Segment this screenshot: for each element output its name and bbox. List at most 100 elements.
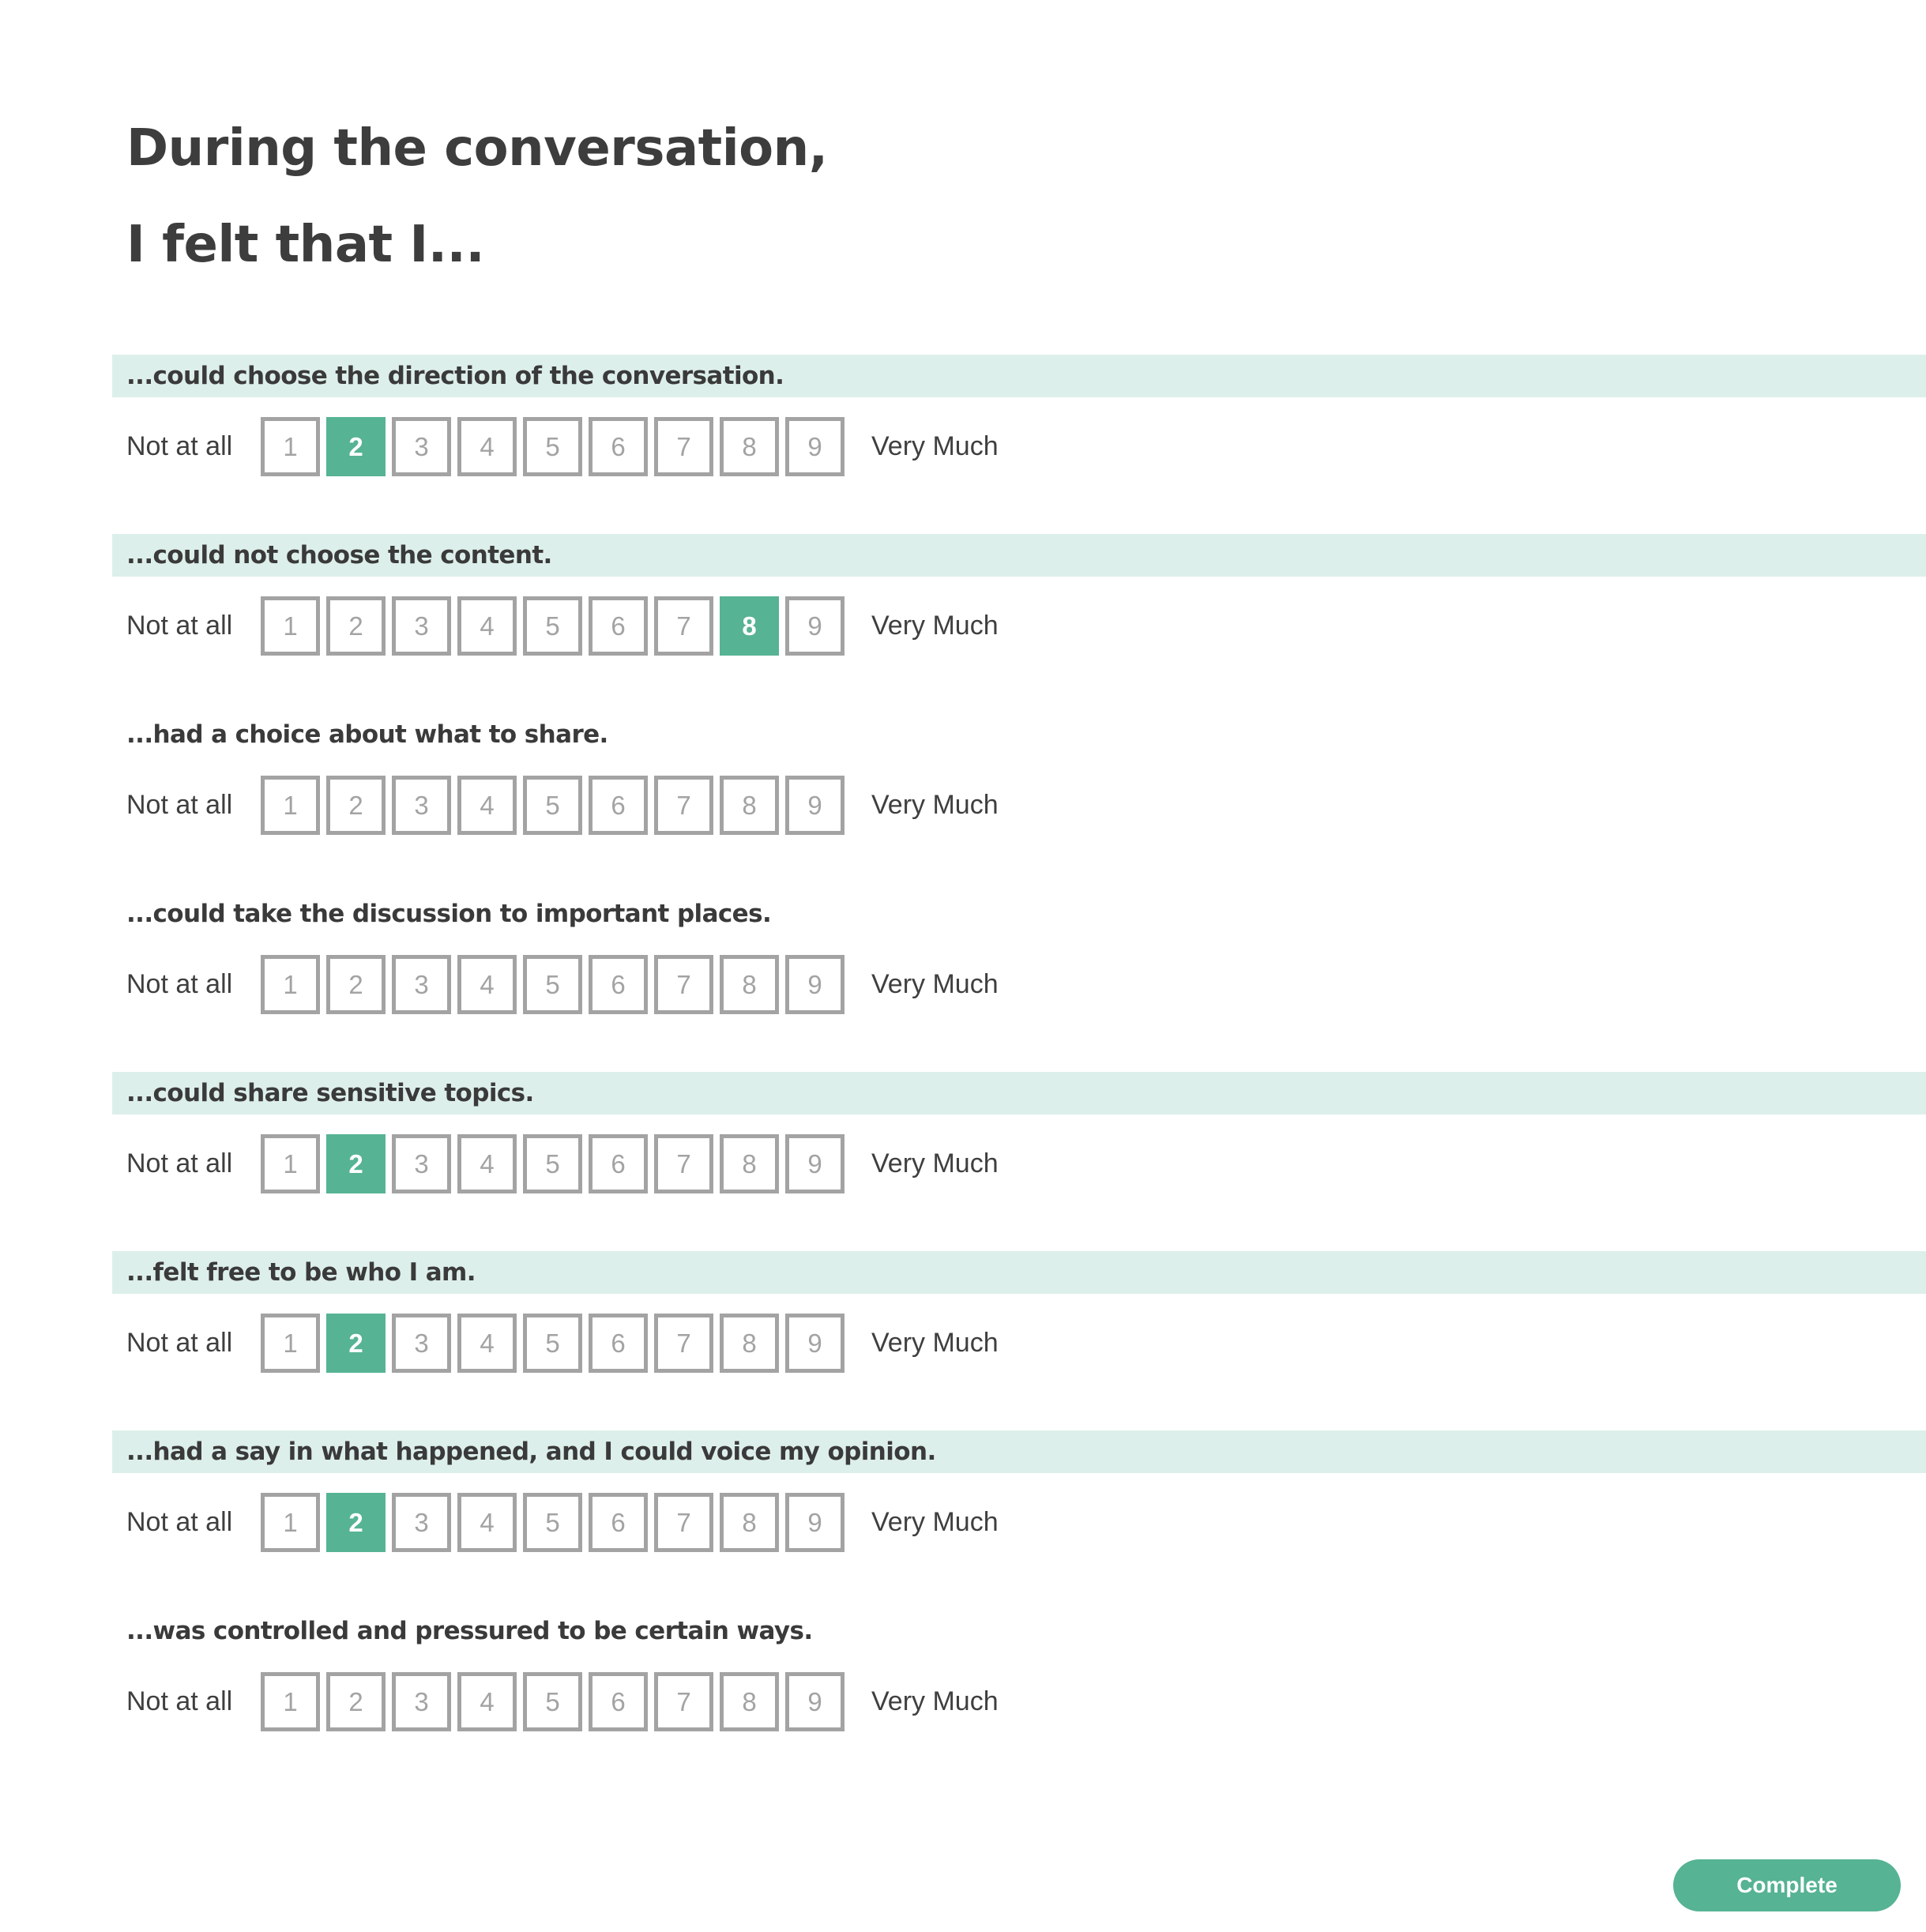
rating-option-8[interactable]: 8 [720,1314,779,1373]
rating-option-1[interactable]: 1 [261,596,320,656]
scale-high-label: Very Much [871,431,999,461]
rating-option-9[interactable]: 9 [785,1493,845,1552]
rating-option-1[interactable]: 1 [261,1672,320,1731]
rating-option-2[interactable]: 2 [326,1314,386,1373]
rating-option-1[interactable]: 1 [261,1134,320,1193]
rating-option-3[interactable]: 3 [392,955,451,1014]
rating-option-9[interactable]: 9 [785,1134,845,1193]
rating-option-7[interactable]: 7 [654,596,713,656]
rating-option-1[interactable]: 1 [261,1493,320,1552]
rating-option-5[interactable]: 5 [523,596,582,656]
rating-option-8[interactable]: 8 [720,417,779,476]
rating-option-9[interactable]: 9 [785,955,845,1014]
rating-option-1[interactable]: 1 [261,417,320,476]
rating-options: 123456789 [261,417,845,476]
rating-option-4[interactable]: 4 [457,955,517,1014]
rating-options: 123456789 [261,1314,845,1373]
scale-high-label: Very Much [871,1507,999,1537]
rating-option-6[interactable]: 6 [589,1672,648,1731]
rating-option-7[interactable]: 7 [654,1314,713,1373]
question-label: ...could choose the direction of the con… [112,355,1926,397]
question-label: ...could take the discussion to importan… [126,900,772,928]
rating-option-8[interactable]: 8 [720,1134,779,1193]
scale-high-label: Very Much [871,969,999,999]
scale-high-label: Very Much [871,1148,999,1178]
rating-option-2[interactable]: 2 [326,417,386,476]
rating-option-6[interactable]: 6 [589,1314,648,1373]
rating-option-1[interactable]: 1 [261,955,320,1014]
rating-option-6[interactable]: 6 [589,417,648,476]
rating-option-6[interactable]: 6 [589,776,648,835]
rating-option-8[interactable]: 8 [720,776,779,835]
rating-option-7[interactable]: 7 [654,1134,713,1193]
rating-option-5[interactable]: 5 [523,955,582,1014]
scale-low-label: Not at all [126,1328,233,1358]
rating-option-7[interactable]: 7 [654,417,713,476]
scale-low-label: Not at all [126,1148,233,1178]
rating-option-9[interactable]: 9 [785,1314,845,1373]
rating-options: 123456789 [261,596,845,656]
question-item: ...felt free to be who I am. Not at all 1 2… [0,1251,1926,1430]
rating-option-4[interactable]: 4 [457,776,517,835]
rating-option-9[interactable]: 9 [785,417,845,476]
rating-scale: Not at all 1 2 3 4 5 6 7 8 9 Very Much [126,1672,999,1731]
question-item: ...had a choice about what to share. Not … [0,713,1926,893]
rating-option-9[interactable]: 9 [785,1672,845,1731]
rating-scale: Not at all 1 2 3 4 5 6 7 8 9 Very Much [126,1134,999,1193]
page-title-line-2: I felt that I... [126,216,485,274]
rating-option-6[interactable]: 6 [589,1134,648,1193]
rating-option-6[interactable]: 6 [589,596,648,656]
rating-option-5[interactable]: 5 [523,1672,582,1731]
question-item: ...was controlled and pressured to be ce… [0,1610,1926,1789]
rating-option-2[interactable]: 2 [326,1672,386,1731]
rating-option-4[interactable]: 4 [457,1493,517,1552]
rating-option-5[interactable]: 5 [523,776,582,835]
rating-option-5[interactable]: 5 [523,1493,582,1552]
rating-option-8[interactable]: 8 [720,596,779,656]
rating-option-7[interactable]: 7 [654,955,713,1014]
rating-option-4[interactable]: 4 [457,1134,517,1193]
rating-option-5[interactable]: 5 [523,1314,582,1373]
rating-option-7[interactable]: 7 [654,776,713,835]
rating-option-3[interactable]: 3 [392,417,451,476]
rating-option-1[interactable]: 1 [261,1314,320,1373]
rating-option-9[interactable]: 9 [785,596,845,656]
rating-option-7[interactable]: 7 [654,1672,713,1731]
rating-option-5[interactable]: 5 [523,417,582,476]
rating-option-6[interactable]: 6 [589,1493,648,1552]
complete-button[interactable]: Complete [1673,1859,1901,1911]
rating-option-4[interactable]: 4 [457,596,517,656]
rating-option-2[interactable]: 2 [326,596,386,656]
rating-option-2[interactable]: 2 [326,776,386,835]
scale-low-label: Not at all [126,969,233,999]
rating-option-7[interactable]: 7 [654,1493,713,1552]
rating-options: 123456789 [261,955,845,1014]
rating-option-1[interactable]: 1 [261,776,320,835]
rating-option-3[interactable]: 3 [392,1493,451,1552]
rating-option-3[interactable]: 3 [392,1314,451,1373]
rating-option-3[interactable]: 3 [392,1672,451,1731]
scale-high-label: Very Much [871,790,999,820]
rating-option-2[interactable]: 2 [326,955,386,1014]
rating-option-3[interactable]: 3 [392,1134,451,1193]
rating-option-3[interactable]: 3 [392,596,451,656]
rating-option-9[interactable]: 9 [785,776,845,835]
rating-option-8[interactable]: 8 [720,1493,779,1552]
rating-option-8[interactable]: 8 [720,1672,779,1731]
rating-options: 123456789 [261,1493,845,1552]
question-label: ...could not choose the content. [112,534,1926,577]
rating-option-6[interactable]: 6 [589,955,648,1014]
rating-option-8[interactable]: 8 [720,955,779,1014]
rating-option-3[interactable]: 3 [392,776,451,835]
rating-option-4[interactable]: 4 [457,1314,517,1373]
question-label: ...had a choice about what to share. [126,720,608,749]
rating-option-4[interactable]: 4 [457,417,517,476]
rating-option-4[interactable]: 4 [457,1672,517,1731]
rating-option-2[interactable]: 2 [326,1134,386,1193]
scale-low-label: Not at all [126,790,233,820]
rating-scale: Not at all 1 2 3 4 5 6 7 8 9 Very Much [126,596,999,656]
rating-option-5[interactable]: 5 [523,1134,582,1193]
question-item: ...had a say in what happened, and I cou… [0,1430,1926,1610]
rating-scale: Not at all 1 2 3 4 5 6 7 8 9 Very Much [126,776,999,835]
rating-option-2[interactable]: 2 [326,1493,386,1552]
